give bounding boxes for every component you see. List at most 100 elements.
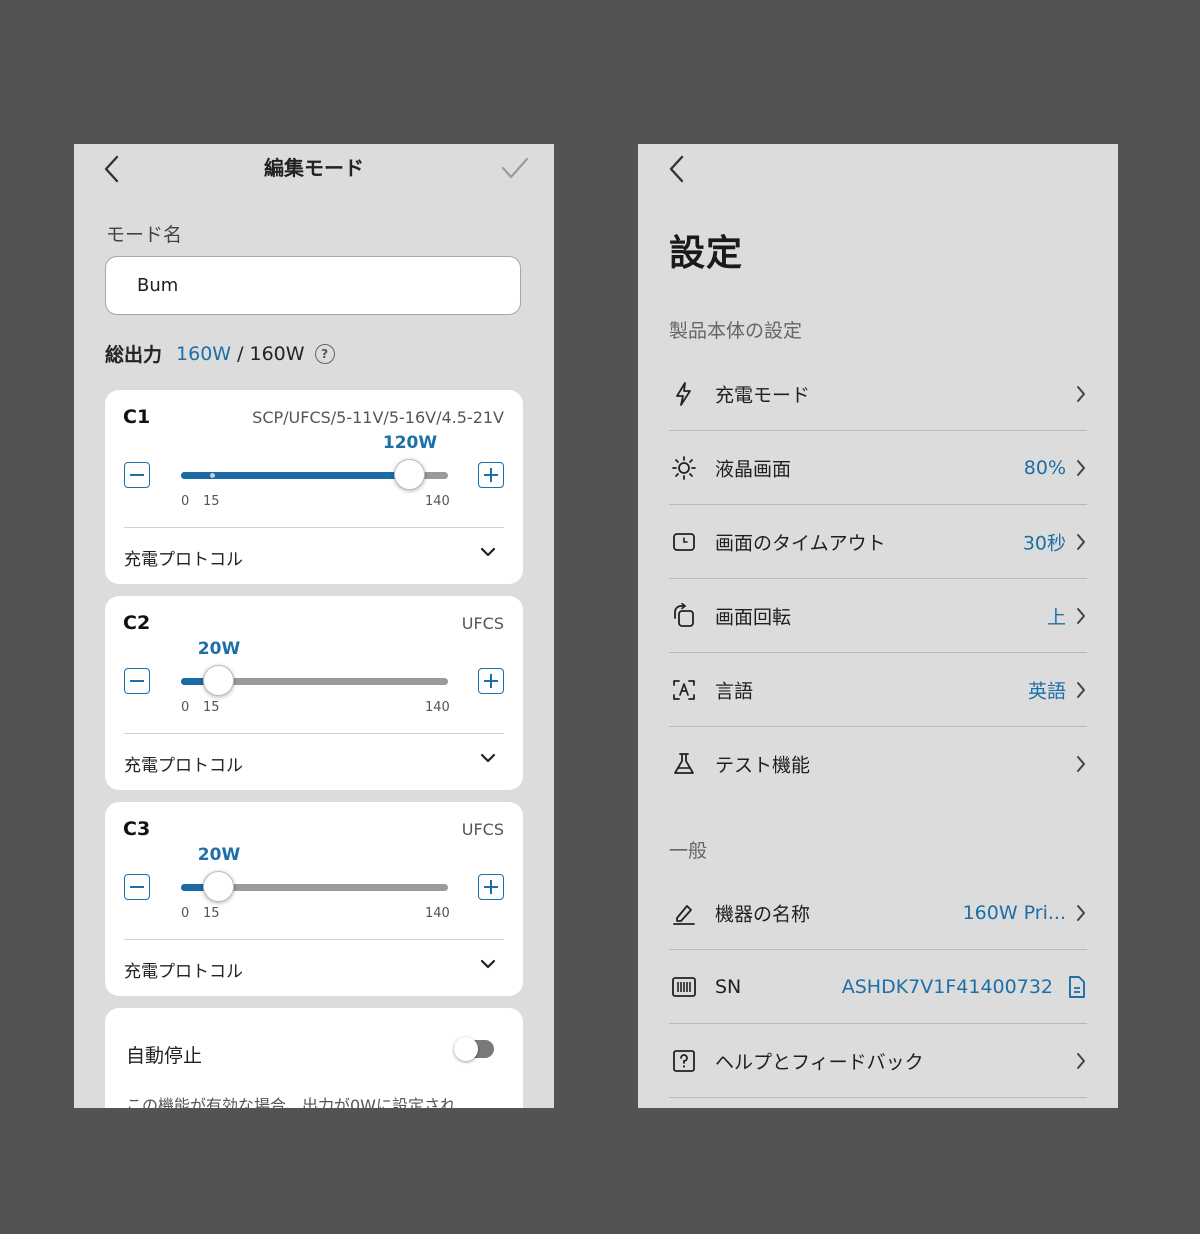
setting-row-charging-mode[interactable]: 充電モード <box>669 357 1087 431</box>
power-slider[interactable] <box>181 665 448 696</box>
row-label: SN <box>715 976 742 998</box>
port-card-c1: C1 SCP/UFCS/5-11V/5-16V/4.5-21V 120W 0 1… <box>105 390 523 584</box>
bolt-icon <box>676 382 691 406</box>
power-slider[interactable] <box>181 459 448 490</box>
settings-screen: 設定 製品本体の設定 充電モード 液晶画面 80% 画面のタイムアウト 30秒 … <box>638 144 1118 1108</box>
total-output: 総出力 160W / 160W ? <box>105 340 335 367</box>
barcode-icon <box>672 977 696 997</box>
setting-row-serial-number: SN ASHDK7V1F41400732 <box>669 950 1087 1024</box>
decrease-button[interactable] <box>124 668 150 694</box>
row-label: テスト機能 <box>715 754 811 777</box>
slider-tick-low: 15 <box>203 494 220 509</box>
section-title-device: 製品本体の設定 <box>669 320 803 342</box>
auto-stop-card: 自動停止 この機能が有効な場合、出力が0Wに設定され <box>105 1008 523 1108</box>
flask-icon <box>674 753 694 774</box>
slider-thumb[interactable] <box>203 665 234 696</box>
check-icon[interactable] <box>500 154 530 182</box>
chevron-right-icon <box>1077 534 1085 550</box>
charging-protocol-label[interactable]: 充電プロトコル <box>124 957 243 982</box>
total-output-max: 160W <box>249 342 305 365</box>
charging-protocol-label[interactable]: 充電プロトコル <box>124 751 243 776</box>
chevron-right-icon <box>1077 460 1085 476</box>
chevron-right-icon <box>1077 756 1085 772</box>
slider-thumb[interactable] <box>203 871 234 902</box>
increase-button[interactable] <box>478 668 504 694</box>
port-protocols: UFCS <box>461 820 504 839</box>
power-slider[interactable] <box>181 871 448 902</box>
setting-row-lcd[interactable]: 液晶画面 80% <box>669 431 1087 505</box>
pencil-icon <box>673 905 695 925</box>
mode-name-label: モード名 <box>106 224 183 246</box>
chevron-right-icon <box>1077 608 1085 624</box>
port-name: C1 <box>123 406 151 428</box>
row-label: 充電モード <box>715 384 811 407</box>
slider-tick-min: 0 <box>181 494 190 509</box>
divider <box>124 527 504 528</box>
setting-row-screen-timeout[interactable]: 画面のタイムアウト 30秒 <box>669 505 1087 579</box>
decrease-button[interactable] <box>124 462 150 488</box>
edit-mode-screen: 編集モード モード名 総出力 160W / 160W ? C1 SCP/UFCS… <box>74 144 554 1108</box>
port-card-c3: C3 UFCS 20W 0 15 140 充電プロトコル <box>105 802 523 996</box>
chevron-down-icon[interactable] <box>479 957 497 971</box>
setting-row-screen-rotation[interactable]: 画面回転 上 <box>669 579 1087 653</box>
slider-tick-max: 140 <box>425 494 450 509</box>
slider-tick-low: 15 <box>203 906 220 921</box>
back-arrow-icon[interactable] <box>665 154 689 184</box>
slider-value-label: 20W <box>197 845 241 865</box>
chevron-down-icon[interactable] <box>479 545 497 559</box>
setting-row-help-feedback[interactable]: ヘルプとフィードバック <box>669 1024 1087 1098</box>
divider <box>669 1097 1087 1098</box>
port-card-c2: C2 UFCS 20W 0 15 140 充電プロトコル <box>105 596 523 790</box>
brightness-icon <box>672 456 696 480</box>
auto-stop-toggle[interactable] <box>454 1036 494 1062</box>
setting-row-test-function[interactable]: テスト機能 <box>669 727 1087 801</box>
total-output-used: 160W <box>176 342 232 365</box>
charging-protocol-label[interactable]: 充電プロトコル <box>124 545 243 570</box>
row-label: 画面のタイムアウト <box>715 532 886 555</box>
row-label: 言語 <box>715 680 754 703</box>
port-protocols: UFCS <box>461 614 504 633</box>
total-output-label: 総出力 <box>105 344 163 366</box>
slider-tick-max: 140 <box>425 700 450 715</box>
setting-row-language[interactable]: 言語 英語 <box>669 653 1087 727</box>
slider-tick-min: 0 <box>181 906 190 921</box>
slider-value-label: 120W <box>382 433 438 453</box>
mode-name-input[interactable] <box>105 256 521 315</box>
port-protocols: SCP/UFCS/5-11V/5-16V/4.5-21V <box>252 408 504 427</box>
increase-button[interactable] <box>478 462 504 488</box>
chevron-right-icon <box>1077 905 1085 921</box>
help-icon <box>673 1050 695 1072</box>
chevron-right-icon <box>1077 682 1085 698</box>
chevron-right-icon <box>1077 1053 1085 1069</box>
section-title-general: 一般 <box>669 840 708 862</box>
rotate-icon <box>674 603 694 627</box>
auto-stop-label: 自動停止 <box>126 1045 203 1067</box>
page-title: 編集モード <box>264 156 364 180</box>
row-label: 液晶画面 <box>715 458 792 481</box>
toggle-knob <box>454 1037 478 1061</box>
page-title: 設定 <box>669 233 744 274</box>
slider-tick-min: 0 <box>181 700 190 715</box>
row-label: 画面回転 <box>715 606 792 629</box>
screen-timeout-icon <box>673 533 695 551</box>
help-circle-icon[interactable]: ? <box>314 343 335 364</box>
slider-min-marker <box>210 473 215 478</box>
slider-value-label: 20W <box>197 639 241 659</box>
divider <box>124 939 504 940</box>
setting-row-device-name[interactable]: 機器の名称 160W Pri... <box>669 876 1087 950</box>
copy-icon[interactable] <box>1067 975 1087 999</box>
auto-stop-description: この機能が有効な場合、出力が0Wに設定され <box>126 1096 457 1108</box>
increase-button[interactable] <box>478 874 504 900</box>
row-value: 80% <box>1023 457 1066 479</box>
chevron-down-icon[interactable] <box>479 751 497 765</box>
decrease-button[interactable] <box>124 874 150 900</box>
serial-number-value: ASHDK7V1F41400732 <box>841 976 1053 998</box>
row-label: ヘルプとフィードバック <box>715 1051 924 1074</box>
slider-tick-max: 140 <box>425 906 450 921</box>
slider-fill <box>181 472 410 479</box>
slider-tick-low: 15 <box>203 700 220 715</box>
total-output-separator: / <box>237 342 244 365</box>
slider-thumb[interactable] <box>394 459 425 490</box>
port-name: C2 <box>123 612 151 634</box>
chevron-right-icon <box>1077 386 1085 402</box>
